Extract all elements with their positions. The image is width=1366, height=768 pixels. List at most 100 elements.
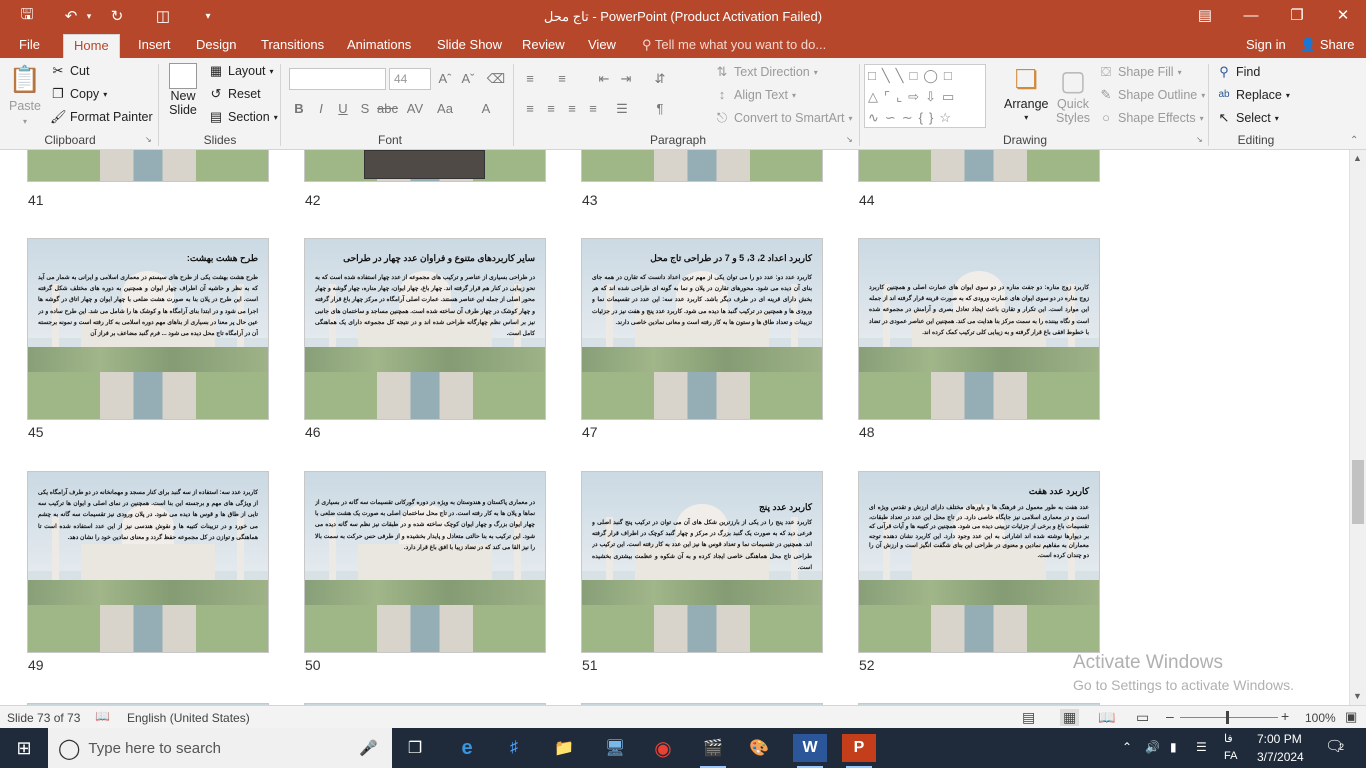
zoom-slider-thumb[interactable] [1226, 711, 1229, 724]
underline-icon[interactable]: U [333, 99, 353, 119]
language-indicator-code[interactable]: FA [1224, 750, 1237, 762]
align-text-button[interactable]: ↕ Align Text ▾ [714, 87, 796, 103]
vertical-scrollbar[interactable]: ▲ ▼ [1349, 150, 1366, 705]
bluetooth-icon[interactable]: ♯ [497, 734, 531, 762]
reset-button[interactable]: ↺ Reset [208, 86, 261, 102]
new-slide-button[interactable]: New Slide [165, 63, 201, 117]
zoom-level[interactable]: 100% [1305, 711, 1336, 725]
clipboard-launcher-icon[interactable]: ↘ [145, 135, 152, 144]
zoom-slider-track[interactable] [1180, 717, 1278, 718]
word-icon[interactable]: W [793, 734, 827, 768]
tab-view[interactable]: View [588, 34, 616, 58]
replace-button[interactable]: ab Replace ▾ [1216, 87, 1289, 103]
slide-thumbnail-41[interactable] [27, 150, 269, 182]
minimize-icon[interactable]: — [1228, 0, 1274, 30]
powerpoint-icon[interactable]: P [842, 734, 876, 768]
grow-font-icon[interactable]: Aˆ [435, 69, 455, 89]
tell-me-box[interactable]: ⚲ Tell me what you want to do... [642, 34, 826, 58]
spellcheck-icon[interactable]: 📖 [95, 709, 110, 723]
shrink-font-icon[interactable]: Aˇ [458, 69, 478, 89]
bullets-icon[interactable]: ≡ [520, 69, 540, 89]
slideshow-view-icon[interactable]: ▭ [1136, 709, 1149, 726]
show-hidden-icons[interactable]: ⌃ [1122, 740, 1132, 754]
zoom-out-icon[interactable]: – [1166, 708, 1174, 724]
clock-time[interactable]: 7:00 PM [1257, 732, 1302, 746]
tab-slide-show[interactable]: Slide Show [437, 34, 502, 58]
smartart-button[interactable]: ⎋ Convert to SmartArt ▾ [714, 110, 853, 126]
volume-icon[interactable]: 🔊 [1145, 740, 1160, 754]
arrange-button[interactable]: ❏ Arrange ▾ [1004, 64, 1048, 122]
microphone-icon[interactable]: 🎤 [359, 739, 378, 757]
layout-button[interactable]: ▦ Layout ▾ [208, 63, 274, 79]
slide-thumbnail-50[interactable]: در معماری پاکستان و هندوستان به ویژه در … [304, 471, 546, 653]
font-color-icon[interactable]: A [476, 99, 496, 119]
battery-icon[interactable]: ▮ [1170, 740, 1177, 754]
slide-thumbnail-49[interactable]: کاربرد عدد سه: استفاده از سه گنبد برای ک… [27, 471, 269, 653]
shape-effects-button[interactable]: ○ Shape Effects ▾ [1098, 110, 1204, 126]
slide-thumbnail-48[interactable]: کاربرد زوج مناره: دو جفت مناره در دو سوی… [858, 238, 1100, 420]
slide-sorter-view-icon[interactable]: ▦ [1060, 709, 1080, 726]
tab-design[interactable]: Design [196, 34, 236, 58]
char-spacing-icon[interactable]: AV [405, 99, 425, 119]
slide-thumbnail-45[interactable]: طرح هشت بهشت: طرح هشت بهشت یکی از طرح ها… [27, 238, 269, 420]
shadow-icon[interactable]: S [355, 99, 375, 119]
font-size-box[interactable]: 44 [389, 68, 431, 90]
change-case-icon[interactable]: Aa [435, 99, 455, 119]
select-button[interactable]: ↖ Select ▾ [1216, 110, 1279, 126]
strikethrough-icon[interactable]: abc [377, 99, 398, 119]
redo-icon[interactable]: ↻ [104, 4, 130, 28]
line-spacing-icon[interactable]: ⇵ [650, 69, 670, 89]
clear-format-icon[interactable]: ⌫ [486, 69, 506, 89]
network-app-icon[interactable]: 🖥 [598, 734, 632, 762]
paragraph-launcher-icon[interactable]: ↘ [846, 135, 853, 144]
tab-review[interactable]: Review [522, 34, 565, 58]
shapes-gallery[interactable]: □╲╲□◯□ △⌜⌞⇨⇩▭ ∿∽∼{}☆ [864, 64, 986, 128]
language-indicator-native[interactable]: فا [1224, 732, 1233, 745]
customize-qat-icon[interactable]: ▾ [198, 4, 218, 28]
tab-insert[interactable]: Insert [138, 34, 171, 58]
decrease-indent-icon[interactable]: ⇤ [594, 69, 614, 89]
taskbar-search[interactable]: ◯ Type here to search 🎤 [48, 728, 392, 768]
tab-animations[interactable]: Animations [347, 34, 411, 58]
reading-view-icon[interactable]: 📖 [1098, 709, 1115, 726]
collapse-ribbon-icon[interactable]: ⌃ [1350, 135, 1358, 146]
tab-home[interactable]: Home [63, 34, 120, 58]
presenter-icon[interactable]: ◫ [150, 4, 176, 28]
justify-icon[interactable]: ≡ [583, 99, 603, 119]
section-button[interactable]: ▤ Section ▾ [208, 109, 278, 125]
find-button[interactable]: ⚲ Find [1216, 64, 1260, 80]
slide-thumbnail-46[interactable]: سایر کاربردهای متنوع و فراوان عدد چهار د… [304, 238, 546, 420]
columns-icon[interactable]: ☰ [612, 99, 632, 119]
undo-icon[interactable]: ↶ [58, 4, 84, 28]
slide-thumbnail-52[interactable]: کاربرد عدد هفت عدد هفت به طور معمول در ف… [858, 471, 1100, 653]
file-explorer-icon[interactable]: 📁 [547, 734, 581, 762]
paste-button[interactable]: 📋 Paste ▾ [9, 64, 41, 126]
chrome-icon[interactable]: ◉ [646, 734, 680, 762]
edge-icon[interactable]: e [450, 734, 484, 762]
numbering-icon[interactable]: ≡ [552, 69, 572, 89]
shape-fill-button[interactable]: ⛋ Shape Fill ▾ [1098, 64, 1182, 80]
drawing-launcher-icon[interactable]: ↘ [1196, 135, 1203, 144]
undo-dropdown-icon[interactable]: ▾ [84, 4, 94, 28]
scroll-up-icon[interactable]: ▲ [1353, 153, 1362, 163]
align-right-icon[interactable]: ≡ [562, 99, 582, 119]
tab-transitions[interactable]: Transitions [261, 34, 324, 58]
ribbon-display-icon[interactable]: ▤ [1182, 0, 1228, 30]
zoom-in-icon[interactable]: + [1281, 708, 1289, 724]
increase-indent-icon[interactable]: ⇥ [616, 69, 636, 89]
scroll-down-icon[interactable]: ▼ [1353, 691, 1362, 701]
sign-in-link[interactable]: Sign in [1246, 34, 1286, 58]
close-icon[interactable]: ✕ [1320, 0, 1366, 30]
share-button[interactable]: 👤 Share [1300, 34, 1355, 58]
copy-button[interactable]: ❐ Copy ▾ [50, 86, 107, 102]
save-icon[interactable]: 🖫 [14, 4, 40, 28]
text-direction-button[interactable]: ⇅ Text Direction ▾ [714, 64, 818, 80]
format-painter-button[interactable]: 🖌 Format Painter [50, 109, 153, 125]
windows-start-icon[interactable]: ⊞ [7, 734, 41, 762]
restore-icon[interactable]: ❐ [1274, 0, 1320, 30]
slide-thumbnail-43[interactable] [581, 150, 823, 182]
shape-outline-button[interactable]: ✎ Shape Outline ▾ [1098, 87, 1206, 103]
slide-thumbnail-47[interactable]: کاربرد اعداد 2، 3، 5 و 7 در طراحی تاج مح… [581, 238, 823, 420]
fit-slide-icon[interactable]: ▣ [1345, 709, 1357, 725]
slide-thumbnail-51[interactable]: کاربرد عدد پنج کاربرد عدد پنج را در یکی … [581, 471, 823, 653]
